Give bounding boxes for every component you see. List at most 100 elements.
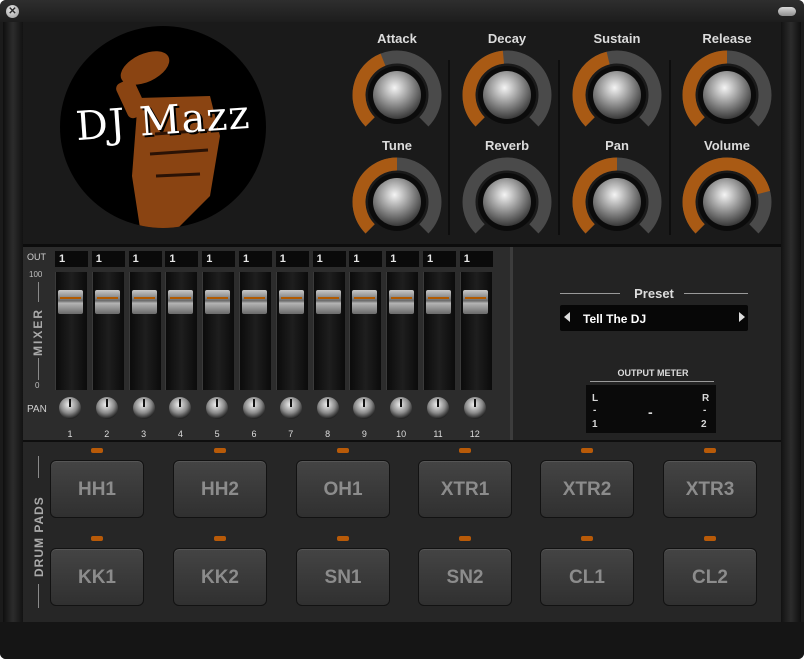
channel-fader[interactable]	[389, 290, 415, 314]
channel-pan-knob[interactable]	[279, 397, 302, 419]
channel-out-selector[interactable]: 1	[55, 251, 88, 267]
tune-knob-label: Tune	[381, 138, 413, 153]
sustain-knob[interactable]	[572, 50, 662, 140]
knob-divider	[558, 60, 560, 235]
channel-pan-knob[interactable]	[243, 397, 265, 419]
channel-fader[interactable]	[462, 290, 488, 314]
channel-number: 2	[104, 429, 110, 439]
channel-fader[interactable]	[94, 290, 120, 314]
meter-left-num: 1	[592, 419, 598, 430]
drum-pad-cl1[interactable]: CL1	[540, 548, 634, 606]
title-bar: ✕	[0, 0, 804, 22]
channel-out-selector[interactable]: 1	[275, 251, 309, 267]
drum-pad-sn2[interactable]: SN2	[418, 548, 512, 606]
drum-pads-title: DRUM PADS	[32, 496, 46, 577]
sustain-knob-label: Sustain	[593, 31, 641, 46]
close-button[interactable]: ✕	[6, 5, 19, 18]
drum-pad-xtr1[interactable]: XTR1	[418, 460, 512, 518]
channel-number: 6	[251, 429, 257, 439]
release-knob[interactable]	[682, 50, 772, 140]
scale-max: 100	[29, 270, 43, 279]
meter-right-label: R	[702, 393, 710, 404]
channel-fader[interactable]	[168, 290, 194, 314]
channel-pan-knob[interactable]	[132, 397, 155, 419]
channel-out-selector[interactable]: 1	[386, 251, 420, 267]
pad-led	[337, 536, 349, 541]
meter-right-num: 2	[701, 419, 707, 430]
pad-led	[581, 448, 593, 453]
drum-pad-cl2[interactable]: CL2	[663, 548, 757, 606]
channel-fader[interactable]	[426, 290, 451, 314]
channel-pan-knob[interactable]	[95, 397, 118, 419]
pad-led	[214, 448, 226, 453]
mixer-label-line	[38, 282, 39, 302]
decay-knob[interactable]	[462, 50, 552, 140]
zoom-button[interactable]	[778, 7, 796, 16]
channel-out-selector[interactable]: 1	[349, 251, 383, 267]
channel-fader[interactable]	[242, 290, 267, 314]
channel-number: 12	[469, 429, 480, 439]
attack-knob-label: Attack	[377, 31, 417, 46]
volume-knob-label: Volume	[704, 138, 750, 153]
channel-out-selector[interactable]: 1	[459, 251, 493, 267]
footer-bar	[0, 622, 804, 659]
channel-fader[interactable]	[58, 290, 83, 314]
pad-led	[704, 448, 716, 453]
knob-divider	[669, 60, 671, 235]
channel-out-selector[interactable]: 1	[165, 251, 199, 267]
volume-knob[interactable]	[682, 157, 772, 247]
channel-number: 10	[396, 429, 407, 439]
release-knob-label: Release	[702, 31, 752, 46]
preset-next-arrow-icon[interactable]	[739, 312, 745, 322]
pad-led	[91, 448, 103, 453]
channel-out-selector[interactable]: 1	[239, 251, 272, 267]
drum-pad-sn1[interactable]: SN1	[296, 548, 390, 606]
channel-pan-knob[interactable]	[59, 397, 81, 419]
drum-pad-xtr3[interactable]: XTR3	[663, 460, 757, 518]
attack-knob[interactable]	[352, 50, 442, 140]
left-rail	[3, 22, 23, 622]
out-label: OUT	[27, 252, 46, 262]
channel-out-selector[interactable]: 1	[423, 251, 456, 267]
channel-pan-knob[interactable]	[427, 397, 449, 419]
output-meter-title: OUTPUT METER	[617, 368, 689, 378]
pan-knob[interactable]	[572, 157, 662, 247]
reverb-knob-label: Reverb	[484, 138, 530, 153]
meter-right-dash: -	[703, 405, 707, 416]
channel-number: 1	[67, 429, 73, 439]
drum-pad-oh1[interactable]: OH1	[296, 460, 390, 518]
drum-pad-hh1[interactable]: HH1	[50, 460, 144, 518]
tune-knob[interactable]	[352, 157, 442, 247]
drum-pad-xtr2[interactable]: XTR2	[540, 460, 634, 518]
drum-pad-kk1[interactable]: KK1	[50, 548, 144, 606]
channel-fader[interactable]	[352, 290, 378, 314]
pan-label: PAN	[27, 404, 47, 415]
channel-out-selector[interactable]: 1	[91, 251, 125, 267]
reverb-knob[interactable]	[462, 157, 552, 247]
pad-led	[459, 448, 471, 453]
channel-fader[interactable]	[278, 290, 304, 314]
channel-out-selector[interactable]: 1	[128, 251, 162, 267]
channel-fader[interactable]	[315, 290, 341, 314]
drum-pad-kk2[interactable]: KK2	[173, 548, 267, 606]
output-meter-rule	[590, 381, 714, 382]
channel-out-selector[interactable]: 1	[202, 251, 236, 267]
knob-divider	[448, 60, 450, 235]
pad-led	[581, 536, 593, 541]
channel-fader[interactable]	[131, 290, 157, 314]
drum-pads-label-line	[38, 584, 39, 608]
channel-pan-knob[interactable]	[463, 397, 486, 419]
plugin-window: ✕ DJ Mazz Attack Decay Sustain Release T…	[0, 0, 804, 659]
pad-led	[459, 536, 471, 541]
channel-number: 5	[214, 429, 220, 439]
channel-out-selector[interactable]: 1	[312, 251, 346, 267]
pad-led	[214, 536, 226, 541]
channel-fader[interactable]	[205, 290, 231, 314]
drum-pad-hh2[interactable]: HH2	[173, 460, 267, 518]
meter-center-dash: -	[648, 404, 653, 420]
channel-pan-knob[interactable]	[316, 397, 339, 419]
preset-value: Tell The DJ	[583, 312, 647, 326]
scale-min: 0	[35, 381, 40, 390]
preset-prev-arrow-icon[interactable]	[564, 312, 570, 322]
meter-left-label: L	[592, 393, 599, 404]
